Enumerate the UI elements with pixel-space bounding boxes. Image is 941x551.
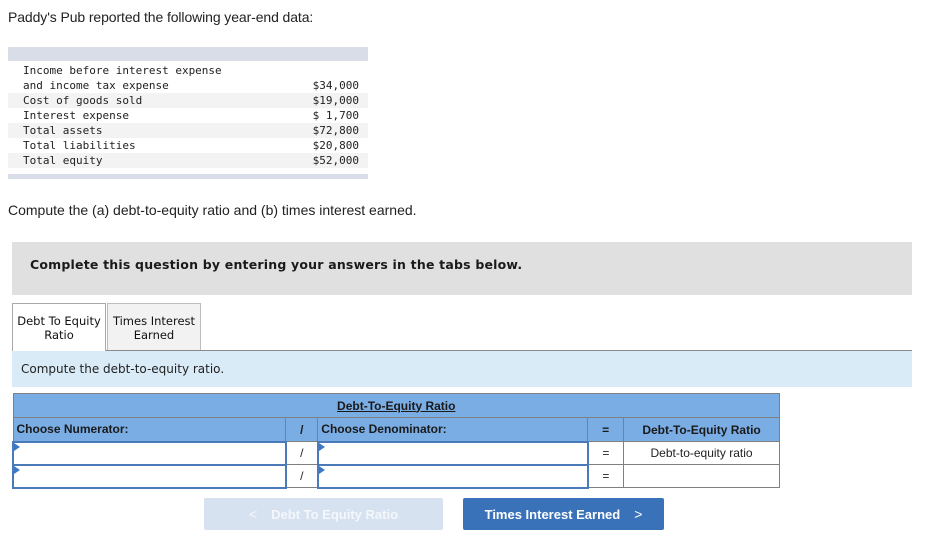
equals-sign: = (587, 441, 625, 465)
next-button-label: Times Interest Earned (484, 507, 621, 522)
row-value: $20,800 (312, 139, 359, 152)
table-row: Income before interest expense (8, 63, 368, 78)
instruction-text: Complete this question by entering your … (30, 257, 523, 272)
next-tab-button[interactable]: Times Interest Earned > (463, 498, 664, 530)
answer-table: Debt-To-Equity Ratio Choose Numerator: /… (12, 393, 780, 489)
table-row: Cost of goods sold $19,000 (8, 93, 368, 108)
table-row: Total assets $72,800 (8, 123, 368, 138)
numerator-header: Choose Numerator: (12, 417, 287, 442)
answer-table-title-row: Debt-To-Equity Ratio (12, 393, 780, 418)
financial-data-table: Income before interest expense and incom… (8, 47, 368, 179)
result-input[interactable] (623, 464, 780, 488)
denominator-dropdown[interactable] (316, 463, 589, 489)
table-row: and income tax expense $34,000 (8, 78, 368, 93)
intro-text: Paddy's Pub reported the following year-… (8, 9, 314, 25)
table-bottom-bar (8, 174, 368, 179)
tab-times-interest-earned[interactable]: Times Interest Earned (107, 303, 201, 350)
denominator-header: Choose Denominator: (317, 417, 589, 442)
row-value: $19,000 (312, 94, 359, 107)
chevron-right-icon: > (634, 506, 643, 522)
tab-label-line1: Debt To Equity (17, 314, 101, 328)
table-row: Total liabilities $20,800 (8, 138, 368, 153)
tab-label-line2: Ratio (44, 328, 74, 342)
row-label: Total equity (23, 154, 103, 167)
row-label: Total liabilities (23, 139, 136, 152)
answer-table-header-row: Choose Numerator: / Choose Denominator: … (12, 417, 780, 442)
divide-sign: / (285, 441, 319, 465)
answer-table-title-cell: Debt-To-Equity Ratio (12, 393, 780, 418)
answer-row: / = (12, 463, 780, 489)
result-label: Debt-to-equity ratio (623, 441, 780, 465)
denominator-select[interactable] (319, 443, 587, 464)
equals-sign: = (587, 464, 625, 488)
row-label: Cost of goods sold (23, 94, 143, 107)
denominator-dropdown[interactable] (316, 440, 589, 466)
numerator-dropdown[interactable] (12, 440, 287, 466)
tab-label-line1: Times Interest (112, 314, 196, 328)
numerator-select[interactable] (14, 443, 285, 464)
prev-tab-button[interactable]: < Debt To Equity Ratio (204, 498, 443, 530)
answer-row: / = Debt-to-equity ratio (12, 440, 780, 466)
tab-panel-instruction: Compute the debt-to-equity ratio. (12, 351, 912, 387)
prev-button-label: Debt To Equity Ratio (271, 507, 399, 522)
row-label: Total assets (23, 124, 103, 137)
numerator-dropdown[interactable] (12, 463, 287, 489)
divide-sign: / (285, 464, 319, 488)
denominator-select[interactable] (319, 466, 587, 487)
row-value: $72,800 (312, 124, 359, 137)
chevron-left-icon: < (248, 506, 258, 522)
numerator-select[interactable] (14, 466, 285, 487)
row-value: $34,000 (312, 79, 359, 92)
table-top-bar (8, 47, 368, 61)
tab-instruction-text: Compute the debt-to-equity ratio. (21, 362, 225, 376)
row-value: $52,000 (312, 154, 359, 167)
row-label: Income before interest expense (23, 64, 222, 77)
divide-header: / (285, 417, 319, 442)
answer-table-title: Debt-To-Equity Ratio (337, 398, 456, 413)
table-row: Total equity $52,000 (8, 153, 368, 168)
result-header: Debt-To-Equity Ratio (623, 417, 780, 442)
equals-header: = (587, 417, 625, 442)
row-label: and income tax expense (23, 79, 169, 92)
instruction-banner: Complete this question by entering your … (12, 242, 912, 295)
table-row: Interest expense $ 1,700 (8, 108, 368, 123)
row-value: $ 1,700 (312, 109, 359, 122)
row-label: Interest expense (23, 109, 129, 122)
question-text: Compute the (a) debt-to-equity ratio and… (8, 202, 417, 218)
tab-label-line2: Earned (133, 328, 175, 342)
tab-debt-to-equity-ratio[interactable]: Debt To Equity Ratio (12, 303, 106, 351)
